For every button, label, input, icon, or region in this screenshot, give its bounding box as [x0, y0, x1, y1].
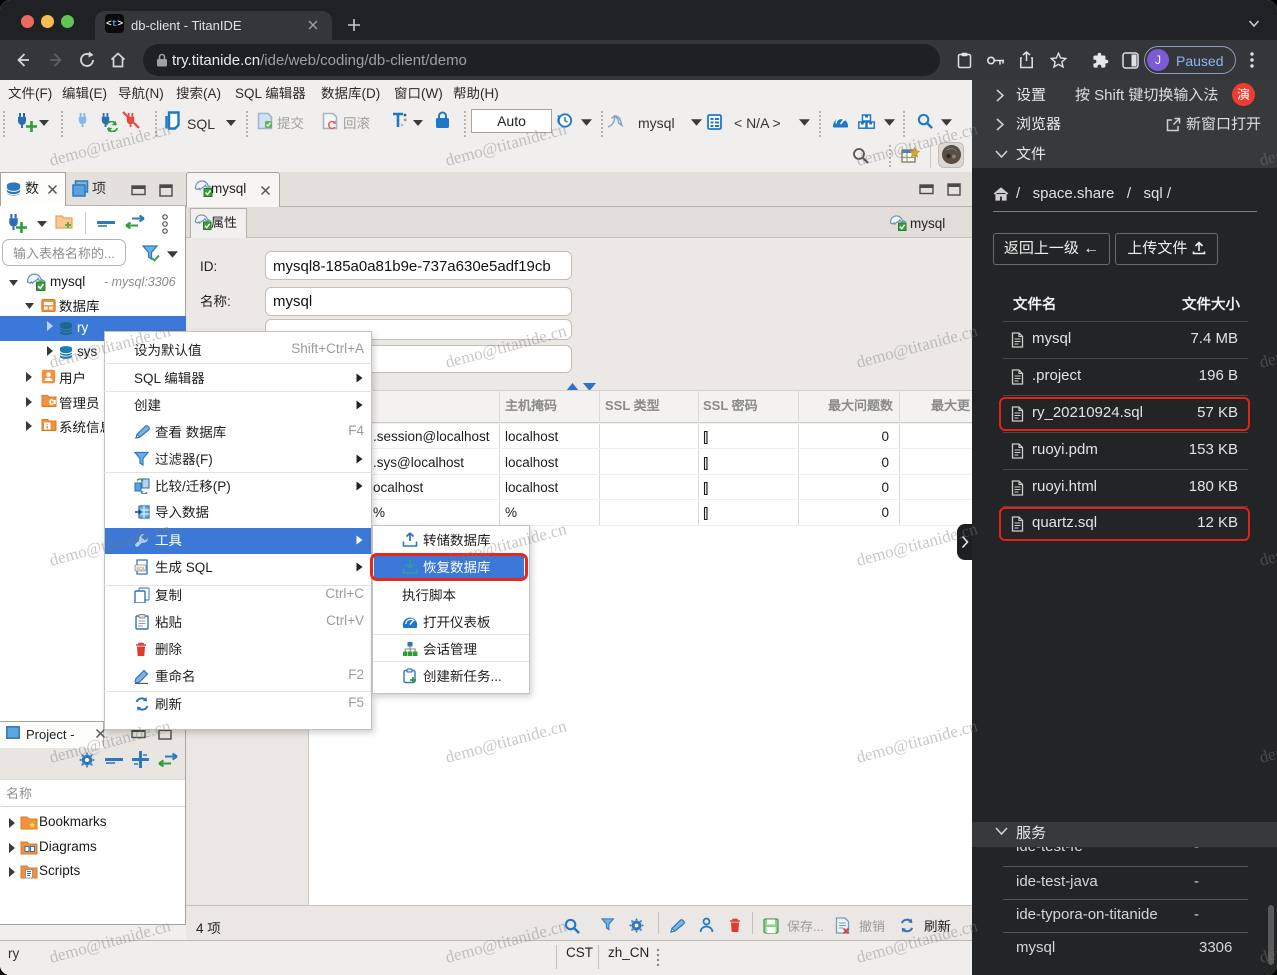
svg-text:SQL: SQL [136, 566, 146, 571]
